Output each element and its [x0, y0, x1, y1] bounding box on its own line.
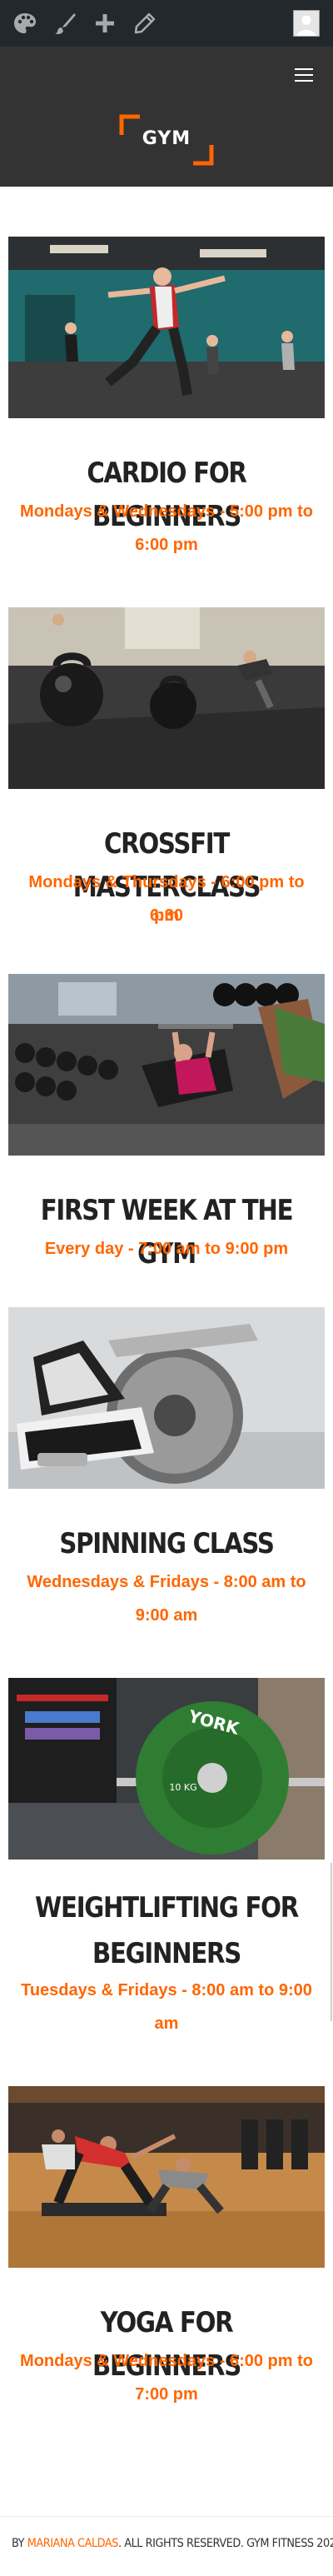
- class-image-spinning[interactable]: [8, 1307, 325, 1489]
- footer-by: BY: [12, 2537, 27, 2550]
- site-header: GYM: [0, 47, 333, 187]
- class-schedule: am: [154, 2014, 179, 2033]
- footer-copyright: BY MARIANA CALDAS. ALL RIGHTS RESERVED. …: [12, 2537, 333, 2550]
- class-schedule: Mondays & Wednesdays - 5:00 pm to: [20, 502, 313, 521]
- class-image-first-week[interactable]: [8, 974, 325, 1156]
- class-image-weightlifting[interactable]: YORK 10 KG: [8, 1678, 325, 1860]
- class-schedule: Mondays & Wednesdays - 6:00 pm to: [20, 2352, 313, 2370]
- user-avatar-icon: [296, 15, 316, 36]
- class-schedule: 7:00 pm: [135, 2385, 198, 2404]
- class-title-line1[interactable]: WEIGHTLIFTING FOR: [23, 1886, 310, 1930]
- class-image-cardio[interactable]: [8, 237, 325, 418]
- logo-text: GYM: [142, 128, 191, 149]
- brush-icon[interactable]: [52, 10, 78, 37]
- class-schedule: Tuesdays & Fridays - 8:00 am to 9:00: [21, 1981, 312, 1999]
- plate-weight-text: 10 KG: [169, 1782, 196, 1793]
- class-schedule: Wednesdays & Fridays - 8:00 am to: [27, 1573, 306, 1591]
- site-logo[interactable]: GYM: [118, 113, 215, 167]
- class-image-yoga[interactable]: [8, 2086, 325, 2268]
- plus-icon[interactable]: [92, 10, 118, 37]
- site-footer: BY MARIANA CALDAS. ALL RIGHTS RESERVED. …: [0, 2516, 333, 2576]
- admin-toolbar: [0, 0, 333, 47]
- palette-icon[interactable]: [12, 10, 38, 37]
- class-schedule: pm: [154, 906, 179, 925]
- class-title-line2[interactable]: BEGINNERS: [23, 1932, 310, 1975]
- scrollbar[interactable]: [331, 1863, 332, 2021]
- class-title[interactable]: SPINNING CLASS: [23, 1522, 310, 1565]
- class-schedule: 6:00 pm: [135, 536, 198, 554]
- pencil-icon[interactable]: [132, 10, 158, 37]
- hamburger-menu-icon[interactable]: [295, 68, 313, 82]
- class-image-crossfit[interactable]: [8, 607, 325, 789]
- footer-rights: . ALL RIGHTS RESERVED. GYM FITNESS 2020: [117, 2537, 333, 2550]
- user-avatar[interactable]: [293, 10, 320, 37]
- class-schedule: Every day - 7:00 am to 9:00 pm: [44, 1240, 289, 1258]
- footer-author-link[interactable]: MARIANA CALDAS: [27, 2537, 119, 2550]
- class-schedule: 9:00 am: [135, 1606, 198, 1625]
